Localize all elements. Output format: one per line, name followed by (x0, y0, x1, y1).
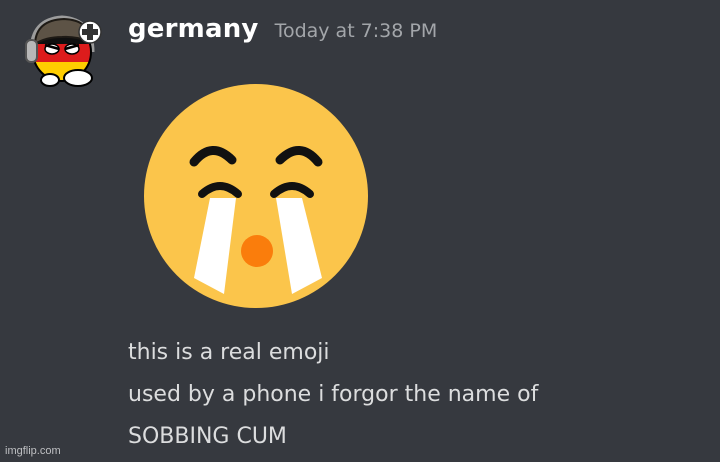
username[interactable]: germany (128, 14, 259, 44)
imgflip-watermark: imgflip.com (5, 445, 61, 457)
sobbing-face-icon (144, 84, 368, 308)
message-header: germany Today at 7:38 PM (128, 14, 437, 44)
message-line-1: this is a real emoji (128, 340, 330, 365)
message-line-3: SOBBING CUM (128, 424, 287, 449)
timestamp[interactable]: Today at 7:38 PM (275, 20, 438, 42)
message-line-2: used by a phone i forgor the name of (128, 382, 539, 407)
chat-message: germany Today at 7:38 PM this is a real … (0, 0, 720, 462)
sobbing-face-emoji[interactable] (140, 82, 374, 316)
user-avatar[interactable] (22, 8, 104, 90)
germany-countryball-icon (25, 15, 102, 87)
